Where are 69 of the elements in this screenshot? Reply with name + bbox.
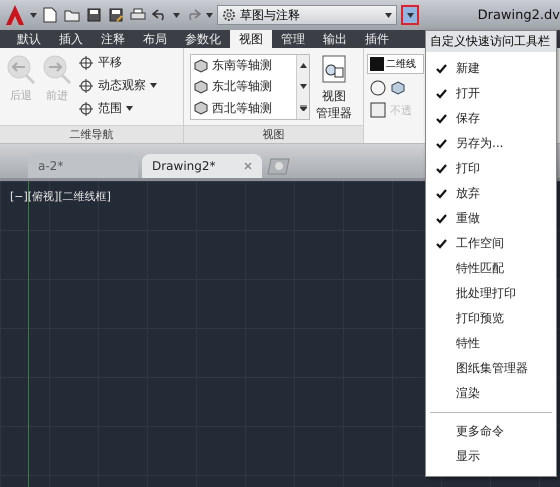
cube-icon (194, 101, 208, 116)
menu-item[interactable]: 重做 (426, 206, 556, 231)
ribbon-tab[interactable]: 插件 (356, 30, 398, 48)
menu-item[interactable]: 放弃 (426, 181, 556, 206)
menu-item[interactable]: 打印预览 (426, 306, 556, 331)
scroll-up-icon[interactable] (300, 63, 306, 68)
caret-icon (300, 84, 306, 89)
menu-item[interactable]: 更多命令 (426, 419, 556, 444)
magnifier-arrow-icon (42, 54, 72, 84)
caret-icon (206, 12, 213, 18)
ribbon-tab[interactable]: 管理 (272, 30, 314, 48)
ribbon-tab[interactable]: 注释 (92, 30, 134, 48)
caret-icon (150, 83, 157, 88)
ribbon-tab[interactable]: 输出 (314, 30, 356, 48)
workspace-dropdown[interactable]: 草图与注释 (217, 5, 397, 25)
menu-item[interactable]: 特性 (426, 331, 556, 356)
menu-item[interactable]: 工作空间 (426, 231, 556, 256)
menu-item[interactable]: 打开 (426, 81, 556, 106)
visual-style-dropdown[interactable]: 二维线 (367, 54, 424, 74)
document-tab[interactable]: a-2* (28, 154, 138, 178)
ribbon-tab[interactable]: 视图 (230, 30, 272, 48)
sphere-icon[interactable] (370, 80, 386, 96)
new-file-icon[interactable] (41, 6, 59, 24)
navigation-tool[interactable]: 平移 (78, 54, 157, 71)
caret-icon (385, 12, 392, 18)
document-tab[interactable]: Drawing2* (142, 154, 262, 178)
ribbon-tab[interactable]: 参数化 (176, 30, 230, 48)
menu-item[interactable]: 保存 (426, 106, 556, 131)
view-manager-button[interactable]: 视图 管理器 (316, 54, 352, 125)
navigation-tool[interactable]: 范围 (78, 100, 157, 117)
menu-item[interactable]: 新建 (426, 56, 556, 81)
logo-icon[interactable] (4, 4, 26, 26)
view-item[interactable]: 东北等轴测 (194, 78, 296, 96)
gear-icon (222, 8, 236, 22)
menu-item[interactable]: 打印 (426, 156, 556, 181)
box-icon[interactable] (390, 80, 406, 96)
cube-icon (194, 80, 208, 94)
menu-item[interactable]: 批处理打印 (426, 281, 556, 306)
magnifier-arrow-icon (6, 54, 36, 84)
menu-item[interactable]: 显示 (426, 444, 556, 469)
save-icon[interactable] (85, 6, 103, 24)
close-icon[interactable] (244, 162, 252, 170)
menu-item[interactable]: 另存为... (426, 131, 556, 156)
panel-title: 视图 (184, 125, 363, 143)
view-item[interactable]: 西北等轴测 (194, 100, 296, 117)
new-tab-icon[interactable] (266, 157, 292, 175)
caret-icon (126, 106, 133, 111)
window-title: Drawing2.dv (478, 8, 560, 22)
caret-icon (406, 12, 414, 18)
ribbon-tab[interactable]: 插入 (50, 30, 92, 48)
expand-icon[interactable] (300, 105, 306, 111)
caret-icon[interactable] (30, 12, 37, 18)
view-item[interactable]: 东南等轴测 (194, 57, 296, 74)
menu-item[interactable]: 图纸集管理器 (426, 356, 556, 381)
menu-item[interactable]: 特性匹配 (426, 256, 556, 281)
view-list[interactable]: 东南等轴测 东北等轴测 西北等轴测 (190, 54, 310, 120)
panel-title: 二维导航 (0, 125, 183, 143)
ribbon-tab[interactable]: 默认 (8, 30, 50, 48)
opacity-label: 不透 (390, 102, 412, 118)
save-as-icon[interactable] (107, 6, 125, 24)
navigation-tool[interactable]: 动态观察 (78, 77, 157, 94)
caret-icon (173, 12, 180, 18)
menu-title: 自定义快速访问工具栏 (426, 31, 556, 52)
viewport-label[interactable]: [−][俯视][二维线框] (10, 189, 111, 204)
customize-toolbar-button[interactable] (401, 5, 419, 25)
wireframe-icon (370, 57, 384, 71)
cube-icon (194, 58, 208, 73)
ribbon-tab[interactable]: 布局 (134, 30, 176, 48)
menu-item[interactable]: 渲染 (426, 381, 556, 406)
